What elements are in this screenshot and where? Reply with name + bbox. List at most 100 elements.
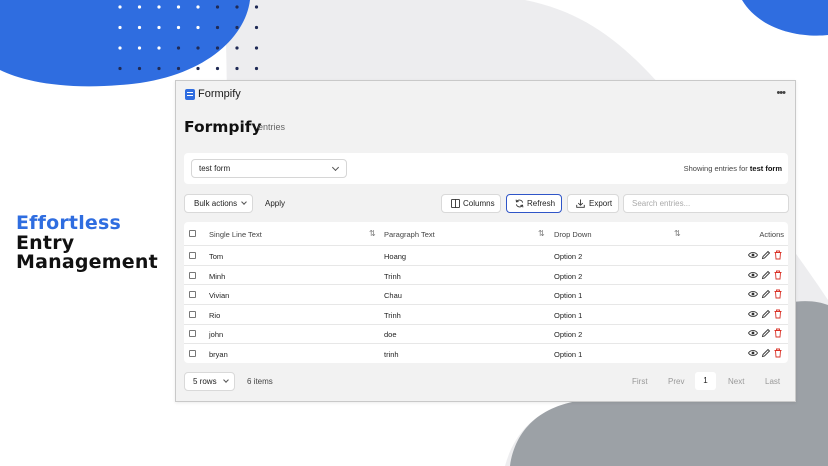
decor-dot <box>137 46 142 50</box>
download-icon <box>576 199 585 208</box>
cell-single-line: john <box>209 330 224 340</box>
columns-icon <box>451 199 460 208</box>
prev-page-button[interactable]: Prev <box>668 377 684 386</box>
row-actions <box>748 289 784 299</box>
decor-dot <box>196 46 200 50</box>
sort-icon[interactable]: ⇅ <box>674 229 681 238</box>
row-checkbox[interactable] <box>189 310 196 318</box>
decor-dot <box>157 25 161 30</box>
edit-pencil-icon[interactable] <box>761 270 771 280</box>
row-actions <box>748 309 784 319</box>
table-row: john doe Option 2 <box>184 324 788 345</box>
view-eye-icon[interactable] <box>748 309 758 319</box>
row-checkbox[interactable] <box>189 252 196 259</box>
row-checkbox[interactable] <box>189 330 196 338</box>
col-header-dropdown[interactable]: Drop Down <box>554 230 592 239</box>
more-dots-icon[interactable]: ••• <box>776 87 786 99</box>
blue-blob-topright <box>742 0 828 36</box>
row-actions <box>748 328 784 338</box>
cell-paragraph: Trinh <box>384 271 401 281</box>
decor-dot <box>176 66 181 71</box>
page-title: Formpify <box>184 118 262 136</box>
cell-paragraph: trinh <box>384 350 399 359</box>
bulk-actions-select[interactable]: Bulk actions <box>184 194 253 213</box>
decor-dot <box>137 25 142 30</box>
cell-single-line: Tom <box>209 252 224 261</box>
cell-single-line: Minh <box>209 271 226 281</box>
entries-table: Single Line Text ⇅ Paragraph Text ⇅ Drop… <box>184 222 788 363</box>
view-eye-icon[interactable] <box>748 348 758 358</box>
row-checkbox[interactable] <box>189 291 196 299</box>
items-count: 6 items <box>247 377 273 386</box>
delete-trash-icon[interactable] <box>773 250 783 260</box>
first-page-button[interactable]: First <box>632 377 648 386</box>
table-header-row: Single Line Text ⇅ Paragraph Text ⇅ Drop… <box>184 222 788 246</box>
decor-dot <box>215 46 220 50</box>
row-checkbox[interactable] <box>189 271 196 279</box>
edit-pencil-icon[interactable] <box>761 250 771 260</box>
rows-per-page-select[interactable]: 5 rows <box>184 372 235 391</box>
next-page-button[interactable]: Next <box>728 377 744 386</box>
view-eye-icon[interactable] <box>748 270 758 280</box>
decor-dot <box>215 25 220 30</box>
delete-trash-icon[interactable] <box>773 348 783 358</box>
export-button[interactable]: Export <box>567 194 619 213</box>
edit-pencil-icon[interactable] <box>761 289 771 299</box>
table-row: Minh Trinh Option 2 <box>184 266 788 286</box>
current-page-button[interactable]: 1 <box>695 372 716 390</box>
decor-dot <box>196 66 200 71</box>
showing-prefix: Showing entries for <box>683 164 748 173</box>
refresh-button[interactable]: Refresh <box>506 194 562 213</box>
sort-icon[interactable]: ⇅ <box>369 229 376 238</box>
row-actions <box>748 250 784 260</box>
view-eye-icon[interactable] <box>748 289 758 299</box>
decor-dot <box>215 66 220 71</box>
cell-dropdown: Option 1 <box>554 291 583 301</box>
refresh-icon <box>515 199 524 208</box>
apply-button[interactable]: Apply <box>265 199 285 208</box>
cell-dropdown: Option 2 <box>554 271 583 281</box>
columns-label: Columns <box>463 199 495 208</box>
decor-dot <box>254 66 259 71</box>
view-eye-icon[interactable] <box>748 250 758 260</box>
entries-toolbar: Bulk actions Apply Columns Refresh Expor… <box>184 194 789 215</box>
table-row: Tom Hoang Option 2 <box>184 246 788 266</box>
decor-dot <box>118 25 122 30</box>
decor-dot <box>254 46 259 50</box>
delete-trash-icon[interactable] <box>773 328 783 338</box>
refresh-label: Refresh <box>527 199 556 208</box>
cell-dropdown: Option 1 <box>554 350 583 359</box>
select-all-checkbox[interactable] <box>189 230 196 237</box>
last-page-button[interactable]: Last <box>765 377 780 386</box>
form-select-dropdown[interactable]: test form <box>191 159 347 178</box>
page-subtitle: entries <box>258 122 286 132</box>
cell-single-line: bryan <box>209 350 228 359</box>
edit-pencil-icon[interactable] <box>761 328 771 338</box>
decor-dot <box>235 66 239 71</box>
col-header-actions: Actions <box>759 230 784 239</box>
view-eye-icon[interactable] <box>748 328 758 338</box>
edit-pencil-icon[interactable] <box>761 348 771 358</box>
decor-dot <box>176 5 181 9</box>
decor-dot <box>196 25 200 30</box>
delete-trash-icon[interactable] <box>773 289 783 299</box>
decor-dot <box>254 25 259 30</box>
cell-paragraph: Trinh <box>384 310 401 320</box>
sort-icon[interactable]: ⇅ <box>538 229 545 238</box>
col-header-single-line[interactable]: Single Line Text <box>209 230 262 239</box>
form-selector-card: test form Showing entries for test form <box>184 153 788 184</box>
delete-trash-icon[interactable] <box>773 270 783 280</box>
edit-pencil-icon[interactable] <box>761 309 771 319</box>
decor-dot <box>157 46 161 50</box>
decor-dot <box>157 66 161 71</box>
chevron-down-icon <box>331 163 340 172</box>
col-header-paragraph[interactable]: Paragraph Text <box>384 230 435 239</box>
decor-dot <box>157 5 161 9</box>
row-checkbox[interactable] <box>189 350 196 357</box>
decor-dot <box>235 25 239 30</box>
cell-single-line: Rio <box>209 310 221 320</box>
columns-button[interactable]: Columns <box>441 194 501 213</box>
search-input[interactable]: Search entries... <box>623 194 789 213</box>
delete-trash-icon[interactable] <box>773 309 783 319</box>
search-placeholder: Search entries... <box>632 199 691 208</box>
